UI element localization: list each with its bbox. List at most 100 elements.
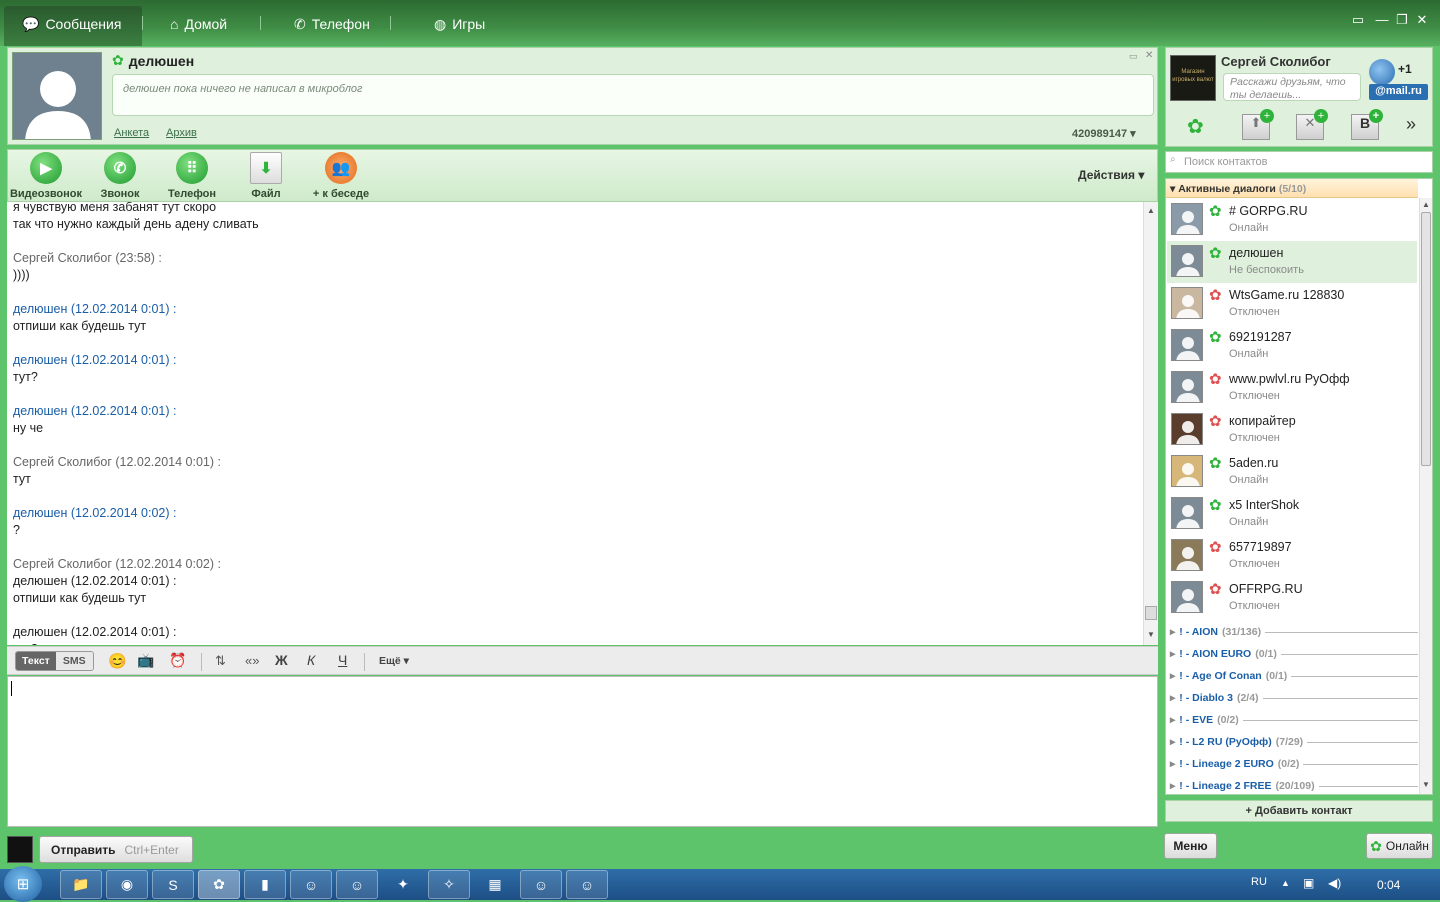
uin-dropdown[interactable]: 420989147 ▾ <box>1072 127 1136 140</box>
contact-item[interactable]: ✿ делюшен Не беспокоить <box>1167 241 1417 283</box>
contact-item[interactable]: ✿ 692191287 Онлайн <box>1167 325 1417 367</box>
explorer-taskbar-icon[interactable]: 📁 <box>60 870 102 899</box>
maximize-button[interactable]: ❐ <box>1394 12 1410 28</box>
icq-taskbar-icon[interactable]: ✿ <box>198 870 240 899</box>
contact-group[interactable]: ▸! - Lineage 2 EURO (0/2) <box>1170 756 1418 772</box>
scroll-up-icon[interactable]: ▲ <box>1147 206 1155 215</box>
quote-button[interactable]: «» <box>245 653 259 668</box>
tray-expand-icon[interactable]: ▲ <box>1281 878 1290 888</box>
chat-history[interactable]: я чувствую меня забанят тут скоро так что… <box>7 202 1144 645</box>
chat-scrollbar[interactable]: ▲ ▼ <box>1143 202 1158 645</box>
panel-collapse-icon[interactable]: ▭ <box>1129 51 1138 62</box>
file-button[interactable]: ⬇ Файл <box>246 152 286 200</box>
more-dropdown[interactable]: Ещё ▾ <box>379 655 409 667</box>
contact-group[interactable]: ▸! - AION (31/136) <box>1170 624 1418 640</box>
minimize-button[interactable]: — <box>1374 12 1390 27</box>
vk-account-icon[interactable]: В + <box>1351 109 1383 140</box>
tab-phone[interactable]: ✆ Телефон <box>294 14 370 34</box>
my-avatar[interactable]: Магазин игровых валют <box>1170 55 1216 101</box>
calculator-taskbar-icon[interactable]: ▦ <box>474 870 516 899</box>
volume-icon[interactable]: ◀) <box>1328 876 1341 890</box>
panel-close-icon[interactable]: ✕ <box>1145 50 1153 61</box>
more-accounts-icon[interactable]: » <box>1406 114 1416 135</box>
app-taskbar-icon[interactable]: ✧ <box>428 870 470 899</box>
game-taskbar-icon[interactable]: ☺ <box>520 870 562 899</box>
scroll-down-icon[interactable]: ▼ <box>1422 780 1430 789</box>
contact-item[interactable]: ✿ # GORPG.RU Онлайн <box>1167 199 1417 241</box>
icq-flower-icon[interactable]: ✿ <box>1187 114 1204 139</box>
app-taskbar-icon[interactable]: ✦ <box>382 870 424 899</box>
contact-group[interactable]: ▸! - EVE (0/2) <box>1170 712 1418 728</box>
mail-globe-icon[interactable] <box>1369 59 1395 85</box>
scroll-thumb[interactable] <box>1145 606 1157 620</box>
contact-item[interactable]: ✿ 657719897 Отключен <box>1167 535 1417 577</box>
network-icon[interactable]: ▣ <box>1303 876 1314 890</box>
online-status-button[interactable]: ✿ Онлайн <box>1366 833 1433 859</box>
game-taskbar-icon[interactable]: ☺ <box>290 870 332 899</box>
contact-item[interactable]: ✿ WtsGame.ru 128830 Отключен <box>1167 283 1417 325</box>
contact-status: Онлайн <box>1229 516 1269 528</box>
close-button[interactable]: ✕ <box>1414 12 1430 28</box>
profile-link[interactable]: Анкета <box>114 127 149 139</box>
contact-group[interactable]: ▸! - Age Of Conan (0/1) <box>1170 668 1418 684</box>
contact-group[interactable]: ▸! - L2 RU (РуОфф) (7/29) <box>1170 734 1418 750</box>
start-button[interactable]: ⊞ <box>4 866 42 902</box>
online-status-icon: ✿ <box>1209 497 1222 514</box>
add-contact-button[interactable]: + Добавить контакт <box>1165 800 1433 822</box>
phone-button[interactable]: ⠿ Телефон <box>166 152 218 200</box>
actions-dropdown[interactable]: Действия ▾ <box>1078 168 1144 182</box>
skype-taskbar-icon[interactable]: S <box>152 870 194 899</box>
chrome-taskbar-icon[interactable]: ◉ <box>106 870 148 899</box>
italic-button[interactable]: К <box>307 652 315 668</box>
active-dialogs-header[interactable]: ▾ Активные диалоги (5/10) <box>1166 179 1418 198</box>
alarm-clock-icon[interactable]: ⏰ <box>169 652 186 669</box>
message-input[interactable] <box>7 676 1158 827</box>
archive-link[interactable]: Архив <box>166 127 197 139</box>
contact-group[interactable]: ▸! - Lineage 2 FREE (20/109) <box>1170 778 1418 794</box>
twitter-account-icon[interactable]: ✕ + <box>1296 109 1328 140</box>
contact-item[interactable]: ✿ 5aden.ru Онлайн <box>1167 451 1417 493</box>
my-status-input[interactable]: Расскажи друзьям, что ты делаешь... <box>1223 73 1361 101</box>
contact-item[interactable]: ✿ x5 InterShok Онлайн <box>1167 493 1417 535</box>
contact-item[interactable]: ✿ копирайтер Отключен <box>1167 409 1417 451</box>
tab-home[interactable]: ⌂ Домой <box>170 14 227 34</box>
game-taskbar-icon[interactable]: ☺ <box>336 870 378 899</box>
phone-icon: ✆ <box>104 152 136 184</box>
game-taskbar-icon[interactable]: ☺ <box>566 870 608 899</box>
bold-button[interactable]: Ж <box>275 652 288 668</box>
contact-search-input[interactable]: Поиск контактов <box>1165 151 1433 173</box>
scroll-thumb[interactable] <box>1421 212 1431 466</box>
contact-item[interactable]: ✿ OFFRPG.RU Отключен <box>1167 577 1417 619</box>
send-button[interactable]: Отправить Ctrl+Enter <box>39 836 193 863</box>
tab-messages[interactable]: 💬 Сообщения <box>22 14 121 34</box>
video-icon[interactable]: 📺 <box>137 652 154 669</box>
my-avatar-small[interactable] <box>7 836 33 863</box>
contact-avatar[interactable] <box>12 52 102 140</box>
contact-item[interactable]: ✿ www.pwlvl.ru РуОфф Отключен <box>1167 367 1417 409</box>
call-button[interactable]: ✆ Звонок <box>96 152 144 200</box>
group-count: (2/4) <box>1236 692 1259 704</box>
mail-ru-badge[interactable]: @mail.ru <box>1369 84 1428 100</box>
scroll-up-icon[interactable]: ▲ <box>1422 200 1430 209</box>
contact-group[interactable]: ▸! - Diablo 3 (2/4) <box>1170 690 1418 706</box>
add-account-icon[interactable]: ⬆ + <box>1242 109 1274 140</box>
translit-icon[interactable]: ⇅ <box>215 653 226 669</box>
app-taskbar-icon[interactable]: ▮ <box>244 870 286 899</box>
compact-mode-button[interactable]: ▭ <box>1350 12 1366 28</box>
contact-group[interactable]: ▸! - AION EURO (0/1) <box>1170 646 1418 662</box>
underline-button[interactable]: Ч <box>338 652 347 668</box>
contact-list-scrollbar[interactable]: ▲ ▼ <box>1419 198 1432 794</box>
smiley-icon[interactable]: 😊 <box>108 652 127 670</box>
contact-name: копирайтер <box>1229 414 1296 428</box>
video-call-button[interactable]: ▶ Видеозвонок <box>10 152 82 200</box>
language-indicator[interactable]: RU <box>1251 876 1267 888</box>
menu-button[interactable]: Меню <box>1164 833 1217 859</box>
text-mode-button[interactable]: Текст <box>16 652 56 670</box>
sms-mode-button[interactable]: SMS <box>55 652 93 670</box>
clock[interactable]: 0:04 <box>1377 878 1400 892</box>
tab-games[interactable]: ◍ Игры <box>434 14 485 34</box>
add-to-chat-button[interactable]: 👥 + к беседе <box>310 152 372 200</box>
scroll-down-icon[interactable]: ▼ <box>1147 630 1155 639</box>
contact-avatar <box>1171 539 1203 571</box>
group-divider <box>1242 719 1418 721</box>
